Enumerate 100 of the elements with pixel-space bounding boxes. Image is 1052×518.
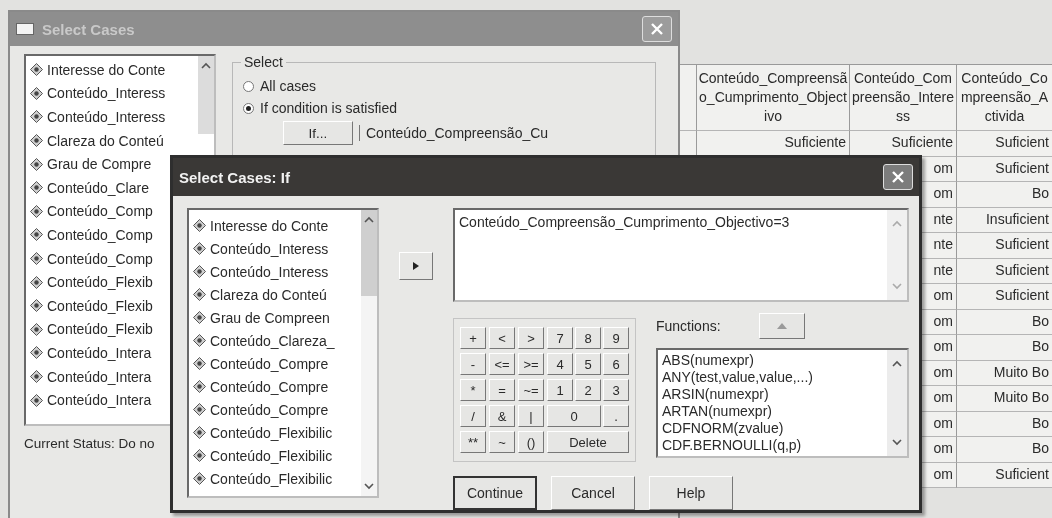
function-item[interactable]: ARSIN(numexpr) xyxy=(662,386,883,403)
diamond-icon xyxy=(30,63,43,77)
scrollbar[interactable] xyxy=(198,56,214,134)
dialog-button[interactable]: Help xyxy=(649,476,733,510)
diamond-icon xyxy=(30,299,43,313)
radio-option[interactable]: All cases xyxy=(243,75,645,97)
variable-item[interactable]: Interesse do Conte xyxy=(30,58,210,82)
table-cell: om xyxy=(933,159,953,176)
dialog-button[interactable]: Continue xyxy=(453,476,537,510)
diamond-icon xyxy=(30,346,43,360)
diamond-icon xyxy=(193,380,206,393)
window-title: Select Cases xyxy=(42,20,136,38)
diamond-icon xyxy=(193,449,206,462)
keypad-key[interactable]: 2 xyxy=(575,379,601,401)
operator-key[interactable]: - xyxy=(460,353,486,375)
table-cell: Suficient xyxy=(995,287,1049,303)
if-button[interactable]: If... xyxy=(283,121,353,145)
diamond-icon xyxy=(193,403,206,416)
operator-key[interactable]: ~ xyxy=(489,431,515,453)
operator-key[interactable]: & xyxy=(489,405,515,427)
keypad-key[interactable]: 6 xyxy=(603,353,629,375)
column-header[interactable]: Conteúdo_Compreensão_Interess xyxy=(850,65,957,131)
diamond-icon xyxy=(193,426,206,439)
variable-item[interactable]: Clareza do Conteú xyxy=(30,128,210,153)
close-icon xyxy=(650,22,664,36)
dialog-button[interactable]: Cancel xyxy=(551,476,635,510)
diamond-icon xyxy=(193,288,206,301)
diamond-icon xyxy=(30,252,43,266)
keypad-key[interactable]: . xyxy=(603,405,629,427)
window-icon xyxy=(16,23,34,35)
keypad-key[interactable]: 5 xyxy=(575,353,601,375)
table-cell: Muito Bo xyxy=(993,389,1049,405)
radio-button[interactable] xyxy=(243,80,254,92)
operator-key[interactable]: >= xyxy=(518,353,544,375)
radio-option[interactable]: If condition is satisfied xyxy=(243,97,645,119)
keypad-key[interactable]: 9 xyxy=(603,327,629,349)
expression-field[interactable]: Conteúdo_Compreensão_Cumprimento_Objectivo=3 xyxy=(453,208,909,302)
operator-key[interactable]: > xyxy=(518,327,544,349)
table-cell: om xyxy=(933,414,953,431)
diamond-icon xyxy=(30,204,43,218)
move-button[interactable] xyxy=(399,252,433,280)
operator-key[interactable]: + xyxy=(460,327,486,349)
operator-key[interactable]: ~= xyxy=(518,379,544,401)
diamond-icon xyxy=(193,357,206,370)
table-cell: om xyxy=(933,287,953,303)
operator-key[interactable]: ** xyxy=(460,431,486,453)
operator-key[interactable]: <= xyxy=(489,353,515,375)
diamond-icon xyxy=(30,370,43,383)
close-button[interactable] xyxy=(883,164,913,190)
variable-item[interactable]: Conteúdo_Interess xyxy=(30,105,210,129)
diamond-icon xyxy=(30,110,43,124)
variable-item[interactable]: Conteúdo_Flexibilic xyxy=(193,421,373,444)
function-item[interactable]: ABS(numexpr) xyxy=(662,352,883,369)
insert-function-button[interactable] xyxy=(758,313,805,339)
diamond-icon xyxy=(193,334,206,347)
table-cell: Bo xyxy=(1031,414,1049,431)
keypad-key[interactable]: 4 xyxy=(547,353,573,375)
diamond-icon xyxy=(193,311,206,324)
variable-item[interactable]: Conteúdo_Flexibilic xyxy=(193,467,373,490)
table-cell: nte xyxy=(933,261,953,278)
variable-item[interactable]: Conteúdo_Interess xyxy=(30,81,210,106)
table-cell: Muito Bo xyxy=(993,363,1049,380)
diamond-icon xyxy=(30,393,43,407)
operator-key[interactable]: = xyxy=(489,379,515,401)
operator-key[interactable]: | xyxy=(518,405,544,427)
table-cell: Suficient xyxy=(995,465,1049,482)
group-label: Select xyxy=(241,54,286,70)
scrollbar[interactable] xyxy=(361,210,377,496)
operator-key[interactable]: () xyxy=(518,431,544,453)
condition-text: Conteúdo_Compreensão_Cu xyxy=(359,125,549,141)
function-item[interactable]: CDF.BERNOULLI(q,p) xyxy=(662,437,883,454)
keypad-key[interactable]: 1 xyxy=(547,379,573,401)
diamond-icon xyxy=(193,219,206,232)
table-cell: om xyxy=(933,338,953,354)
function-item[interactable]: ANY(test,value,value,...) xyxy=(662,369,883,386)
table-cell: Bo xyxy=(1031,338,1049,354)
function-item[interactable]: ARTAN(numexpr) xyxy=(662,403,883,420)
table-cell: om xyxy=(933,312,953,329)
column-header[interactable]: Conteúdo_Compreensão_Activida xyxy=(957,65,1052,131)
operator-key[interactable]: < xyxy=(489,327,515,349)
radio-button[interactable] xyxy=(243,102,254,114)
keypad-key[interactable]: 8 xyxy=(575,327,601,349)
diamond-icon xyxy=(30,322,43,336)
scrollbar[interactable] xyxy=(887,350,907,456)
keypad-key[interactable]: 0 xyxy=(547,405,601,427)
column-header[interactable]: Conteúdo_Compreensão_Cumprimento_Objectivo xyxy=(697,65,850,131)
scrollbar[interactable] xyxy=(887,210,907,300)
diamond-icon xyxy=(30,181,43,195)
operator-key[interactable]: / xyxy=(460,405,486,427)
keypad-key[interactable]: 7 xyxy=(547,327,573,349)
table-cell: Suficient xyxy=(995,261,1049,278)
operator-key[interactable]: * xyxy=(460,379,486,401)
variable-item[interactable]: Conteúdo_Flexibilic xyxy=(193,444,373,467)
table-cell: om xyxy=(933,185,953,201)
keypad-key[interactable]: 3 xyxy=(603,379,629,401)
diamond-icon xyxy=(30,228,43,242)
table-cell: om xyxy=(933,389,953,405)
table-cell: nte xyxy=(933,236,953,252)
function-item[interactable]: CDFNORM(zvalue) xyxy=(662,420,883,437)
keypad-key[interactable]: Delete xyxy=(547,431,629,453)
